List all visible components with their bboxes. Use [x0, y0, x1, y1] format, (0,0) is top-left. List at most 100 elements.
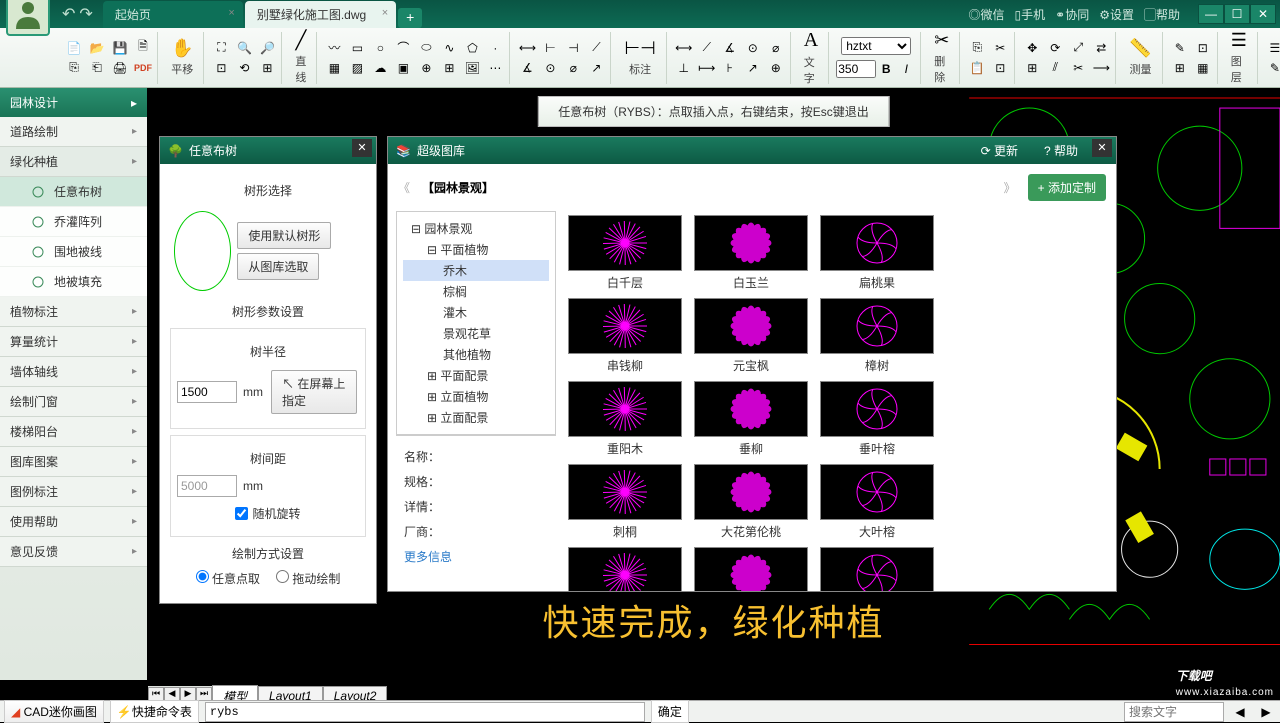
sidebar-subitem[interactable]: 地被填充	[0, 267, 147, 297]
thumbnail[interactable]	[694, 381, 808, 437]
pdf-icon[interactable]: PDF	[133, 58, 153, 78]
bold-icon[interactable]: B	[876, 59, 896, 79]
arc-icon[interactable]: ⌒	[393, 38, 413, 58]
tab-add-button[interactable]: +	[398, 8, 422, 28]
table-icon[interactable]: ⊞	[439, 58, 459, 78]
tree-node[interactable]: ⊟ 园林景观	[403, 218, 549, 239]
dim-ord-icon[interactable]: ⊥	[674, 58, 694, 78]
sidebar-item[interactable]: 绘制门窗▸	[0, 387, 147, 417]
drawing-canvas[interactable]: 任意布树（RYBS）：点取插入点，右键结束，按Esc键退出 🌳任意布树✕ 树形选…	[147, 88, 1280, 680]
sidebar-subitem[interactable]: 围地被线	[0, 237, 147, 267]
thumbnail[interactable]	[820, 381, 934, 437]
link-help[interactable]: ▢帮助	[1144, 6, 1180, 23]
extend-icon[interactable]: ⟶	[1091, 58, 1111, 78]
rect-icon[interactable]: ▭	[347, 38, 367, 58]
open-icon[interactable]: 📂	[87, 38, 107, 58]
thumbnail[interactable]	[820, 464, 934, 520]
tree-node[interactable]: 乔木	[403, 260, 549, 281]
thumbnail[interactable]	[820, 298, 934, 354]
tab-close-icon[interactable]: ×	[228, 7, 234, 19]
link-collab[interactable]: ⚭协同	[1055, 6, 1089, 23]
dim4-icon[interactable]: ⟋	[586, 38, 606, 58]
shortcut-button[interactable]: ⚡快捷命令表	[110, 700, 199, 723]
dim-cont-icon[interactable]: ⟼	[697, 58, 717, 78]
polygon-icon[interactable]: ⬠	[462, 38, 482, 58]
sidebar-subitem[interactable]: 乔灌阵列	[0, 207, 147, 237]
link-settings[interactable]: ⚙设置	[1099, 6, 1134, 23]
dim5-icon[interactable]: ∡	[517, 58, 537, 78]
sidebar-item[interactable]: 绿化种植▸	[0, 147, 147, 177]
measure-tool[interactable]: 📏测量	[1123, 36, 1157, 79]
font-select[interactable]: hztxt	[841, 37, 911, 55]
sidebar-item[interactable]: 意见反馈▸	[0, 537, 147, 567]
sidebar-item[interactable]: 算量统计▸	[0, 327, 147, 357]
zoom-extents-icon[interactable]: ⛶	[211, 38, 231, 58]
collapse-icon[interactable]: ▸	[131, 96, 137, 110]
cut-icon[interactable]: ✂	[990, 38, 1010, 58]
tree-node[interactable]: ⊟ 平面植物	[403, 239, 549, 260]
text-tool[interactable]: A文字	[798, 27, 824, 88]
search-input[interactable]	[1124, 702, 1224, 722]
dimension-tool[interactable]: ⊢⊣标注	[618, 36, 661, 79]
hatch-icon[interactable]: ▦	[324, 58, 344, 78]
dim-ang-icon[interactable]: ∡	[720, 38, 740, 58]
sidebar-item[interactable]: 道路绘制▸	[0, 117, 147, 147]
tab-close-icon[interactable]: ×	[382, 7, 388, 19]
leader-icon[interactable]: ↗	[743, 58, 763, 78]
new-icon[interactable]: 📄	[64, 38, 84, 58]
sidebar-item[interactable]: 图例标注▸	[0, 477, 147, 507]
circle-icon[interactable]: ○	[370, 38, 390, 58]
thumbnail[interactable]	[694, 464, 808, 520]
tree-node[interactable]: 其他植物	[403, 344, 549, 365]
refresh-button[interactable]: ⟳ 更新	[981, 142, 1018, 159]
insert-icon[interactable]: ⊕	[416, 58, 436, 78]
region-icon[interactable]: ▨	[347, 58, 367, 78]
sidebar-item[interactable]: 墙体轴线▸	[0, 357, 147, 387]
sidebar-item[interactable]: 植物标注▸	[0, 297, 147, 327]
radio-drag[interactable]: 拖动绘制	[276, 570, 340, 587]
edit3-icon[interactable]: ⊞	[1170, 58, 1190, 78]
breadcrumb-prev-icon[interactable]: 《	[398, 179, 410, 196]
dim-dia-icon[interactable]: ⌀	[766, 38, 786, 58]
dim1-icon[interactable]: ⟷	[517, 38, 537, 58]
pick-screen-button[interactable]: ↖ 在屏幕上指定	[271, 370, 357, 414]
minimize-button[interactable]: —	[1198, 4, 1224, 24]
more-info-link[interactable]: 更多信息	[404, 544, 548, 569]
thumbnail[interactable]	[568, 381, 682, 437]
pan-tool[interactable]: ✋平移	[165, 36, 199, 79]
layer-tool[interactable]: ☰图层	[1225, 28, 1253, 87]
breadcrumb-next-icon[interactable]: 》	[1004, 179, 1016, 196]
thumbnail[interactable]	[568, 298, 682, 354]
tree-node[interactable]: 景观花草	[403, 323, 549, 344]
dim2-icon[interactable]: ⊢	[540, 38, 560, 58]
tree-node[interactable]: ⊞ 立面植物	[403, 386, 549, 407]
scale-icon[interactable]: ⤢	[1068, 38, 1088, 58]
move-icon[interactable]: ✥	[1022, 38, 1042, 58]
copy-icon[interactable]: ⎘	[967, 38, 987, 58]
panel-close-button[interactable]: ✕	[352, 139, 372, 157]
nav-back-icon[interactable]: ↶	[62, 4, 75, 24]
edit1-icon[interactable]: ✎	[1170, 38, 1190, 58]
saveas-icon[interactable]: 🗎	[133, 38, 153, 58]
array-icon[interactable]: ⊞	[1022, 58, 1042, 78]
sidebar-item[interactable]: 使用帮助▸	[0, 507, 147, 537]
app-name-button[interactable]: ◢ CAD迷你画图	[4, 700, 104, 723]
tab-start[interactable]: 起始页×	[103, 1, 243, 28]
radio-pick[interactable]: 任意点取	[196, 570, 260, 587]
sidebar-header[interactable]: 园林设计▸	[0, 88, 147, 117]
paste-icon[interactable]: 📋	[967, 58, 987, 78]
help-button[interactable]: ? 帮助	[1044, 142, 1078, 159]
thumbnail[interactable]	[694, 215, 808, 271]
user-avatar[interactable]	[6, 0, 50, 36]
dim-lin-icon[interactable]: ⟷	[674, 38, 694, 58]
import-icon[interactable]: ⎗	[87, 58, 107, 78]
zoom-all-icon[interactable]: ⊞	[257, 58, 277, 78]
dim7-icon[interactable]: ⌀	[563, 58, 583, 78]
block-icon[interactable]: ▣	[393, 58, 413, 78]
rotate-icon[interactable]: ⟳	[1045, 38, 1065, 58]
confirm-button[interactable]: 确定	[651, 700, 689, 723]
command-input[interactable]	[205, 702, 645, 722]
add-custom-button[interactable]: + 添加定制	[1028, 174, 1106, 201]
mirror-icon[interactable]: ⇄	[1091, 38, 1111, 58]
export-icon[interactable]: ⎘	[64, 58, 84, 78]
